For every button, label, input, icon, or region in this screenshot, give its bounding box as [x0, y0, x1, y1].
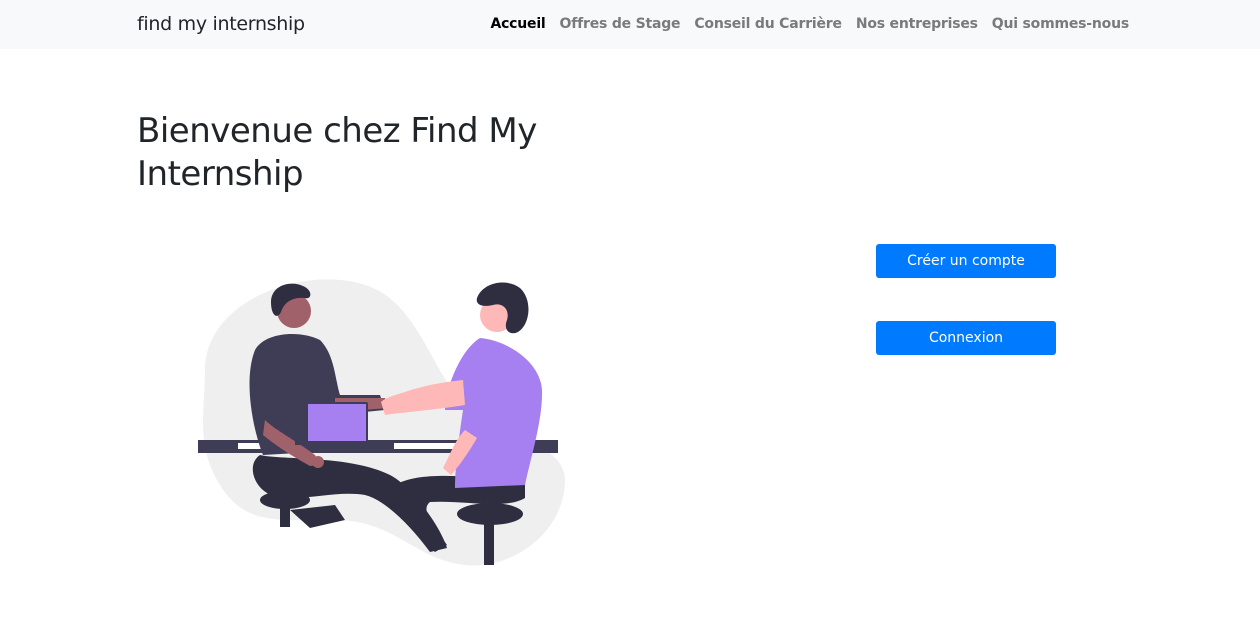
- nav-link-offres-de-stage[interactable]: Offres de Stage: [560, 16, 681, 32]
- create-account-button[interactable]: Créer un compte: [876, 244, 1056, 278]
- page-title: Bienvenue chez Find My Internship: [137, 111, 537, 194]
- handshake-illustration: [198, 279, 565, 566]
- nav-link-accueil[interactable]: Accueil: [490, 16, 545, 32]
- brand-link[interactable]: find my internship: [137, 13, 305, 35]
- laptop: [306, 402, 368, 444]
- nav-link-qui-sommes-nous[interactable]: Qui sommes-nous: [992, 16, 1129, 32]
- login-button[interactable]: Connexion: [876, 321, 1056, 355]
- navbar: find my internship Accueil Offres de Sta…: [0, 0, 1260, 49]
- nav-links: Accueil Offres de Stage Conseil du Carri…: [490, 16, 1129, 32]
- nav-link-conseil-carriere[interactable]: Conseil du Carrière: [694, 16, 842, 32]
- nav-link-nos-entreprises[interactable]: Nos entreprises: [856, 16, 978, 32]
